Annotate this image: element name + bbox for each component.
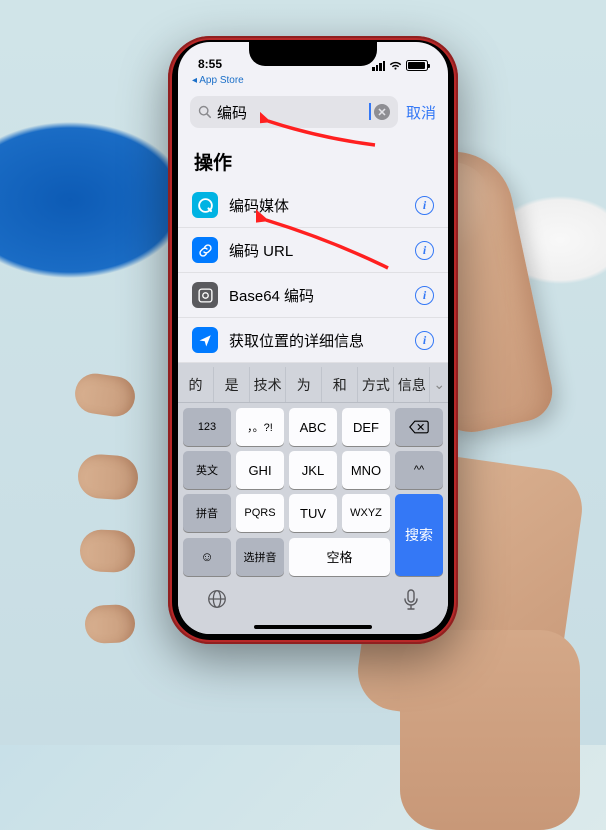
info-icon[interactable]: i (415, 196, 434, 215)
key-123[interactable]: 123 (183, 408, 231, 446)
key-mno[interactable]: MNO (342, 451, 390, 489)
key-wxyz[interactable]: WXYZ (342, 494, 390, 532)
candidate[interactable]: 的 (178, 367, 214, 402)
candidate-expand[interactable]: ⌄ (430, 367, 448, 402)
key-face[interactable]: ^^ (395, 451, 443, 489)
key-emoji[interactable]: ☺ (183, 538, 231, 576)
back-to-app[interactable]: ◂ App Store (178, 75, 448, 90)
search-input[interactable]: 编码 ✕ (190, 96, 398, 128)
key-abc[interactable]: ABC (289, 408, 337, 446)
link-icon (192, 237, 218, 263)
item-label: 编码媒体 (229, 195, 404, 216)
mic-icon[interactable] (402, 588, 420, 612)
candidate[interactable]: 和 (322, 367, 358, 402)
base64-icon (192, 282, 218, 308)
key-jkl[interactable]: JKL (289, 451, 337, 489)
candidate[interactable]: 技术 (250, 367, 286, 402)
phone-device: 8:55 ◂ App Store 编码 ✕ 取消 操作 编码媒体 i 编码 UR… (168, 36, 458, 644)
key-english[interactable]: 英文 (183, 451, 231, 489)
section-title: 操作 (178, 138, 448, 183)
candidate[interactable]: 为 (286, 367, 322, 402)
info-icon[interactable]: i (415, 286, 434, 305)
search-icon (198, 105, 212, 119)
search-query: 编码 (217, 102, 369, 123)
key-tuv[interactable]: TUV (289, 494, 337, 532)
key-punct[interactable]: ，。?! (236, 408, 284, 446)
info-icon[interactable]: i (415, 241, 434, 260)
globe-icon[interactable] (206, 588, 228, 610)
candidate-bar[interactable]: 的 是 技术 为 和 方式 信息 ⌄ (178, 367, 448, 403)
results-list: 编码媒体 i 编码 URL i Base64 编码 i 获取位置的详细信息 i (178, 183, 448, 363)
keyboard: 的 是 技术 为 和 方式 信息 ⌄ 123 ，。?! ABC DEF 英文 G… (178, 363, 448, 634)
candidate[interactable]: 是 (214, 367, 250, 402)
notch (249, 40, 377, 66)
location-icon (192, 327, 218, 353)
item-label: Base64 编码 (229, 285, 404, 306)
cancel-button[interactable]: 取消 (406, 102, 436, 123)
key-search[interactable]: 搜索 (395, 494, 443, 576)
candidate[interactable]: 信息 (394, 367, 430, 402)
key-pinyin[interactable]: 拼音 (183, 494, 231, 532)
clear-icon[interactable]: ✕ (374, 104, 390, 120)
status-icons (372, 60, 428, 71)
key-space[interactable]: 空格 (289, 538, 390, 576)
status-time: 8:55 (198, 57, 222, 71)
home-indicator[interactable] (254, 625, 372, 629)
key-select-pinyin[interactable]: 选拼音 (236, 538, 284, 576)
list-item[interactable]: 编码媒体 i (178, 183, 448, 228)
key-delete[interactable] (395, 408, 443, 446)
key-def[interactable]: DEF (342, 408, 390, 446)
item-label: 获取位置的详细信息 (229, 330, 404, 351)
wifi-icon (389, 61, 402, 71)
list-item[interactable]: Base64 编码 i (178, 273, 448, 318)
battery-icon (406, 60, 428, 71)
quicktime-icon (192, 192, 218, 218)
candidate[interactable]: 方式 (358, 367, 394, 402)
item-label: 编码 URL (229, 240, 404, 261)
signal-icon (372, 61, 385, 71)
list-item[interactable]: 获取位置的详细信息 i (178, 318, 448, 363)
key-pqrs[interactable]: PQRS (236, 494, 284, 532)
list-item[interactable]: 编码 URL i (178, 228, 448, 273)
info-icon[interactable]: i (415, 331, 434, 350)
key-ghi[interactable]: GHI (236, 451, 284, 489)
